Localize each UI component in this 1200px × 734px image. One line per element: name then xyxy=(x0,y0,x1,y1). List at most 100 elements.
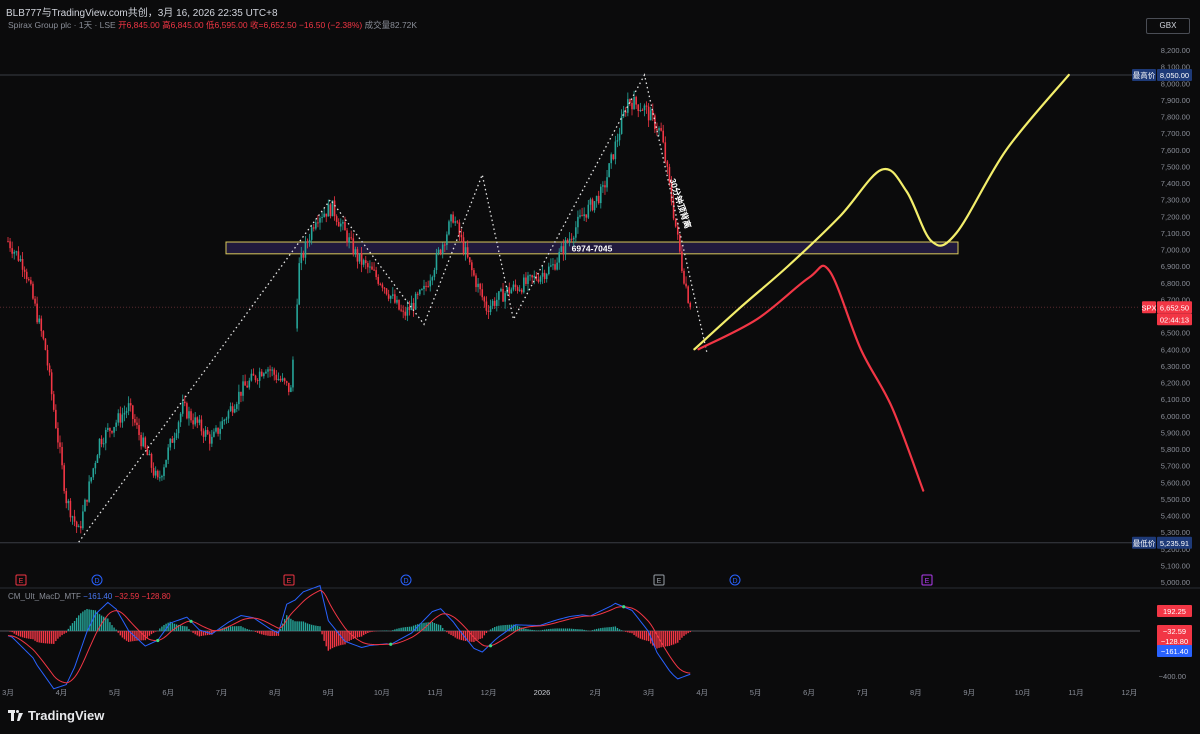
candle-body xyxy=(200,419,203,432)
candle-body xyxy=(473,270,475,276)
candle-body xyxy=(265,371,267,374)
high-value-tag-text: 8,050.00 xyxy=(1160,71,1189,80)
low-tag: 最低价 xyxy=(1132,536,1156,549)
event-marker-label: E xyxy=(925,578,930,585)
candle-body xyxy=(616,140,619,142)
candle-body xyxy=(568,238,571,242)
x-tick-label: 5月 xyxy=(109,688,121,697)
candle-body xyxy=(645,105,648,107)
candle-body xyxy=(113,426,115,433)
candle-body xyxy=(156,470,159,478)
candle-body xyxy=(468,257,471,263)
candle-body xyxy=(21,258,24,270)
candle-body xyxy=(508,287,511,294)
y-tick-label: 5,400.00 xyxy=(1161,512,1190,521)
candle-body xyxy=(362,260,365,265)
macd-value-tag-text: −161.40 xyxy=(1161,647,1188,656)
candle-body xyxy=(439,249,442,254)
candle-body xyxy=(310,227,313,240)
candle-body xyxy=(460,234,463,238)
y-tick-label: 5,100.00 xyxy=(1161,561,1190,570)
candle-body xyxy=(344,221,346,231)
candle-body xyxy=(104,429,107,444)
candle-body xyxy=(246,385,248,388)
candle-body xyxy=(516,287,519,291)
candle-body xyxy=(660,128,662,131)
macd-pane: −400.00 xyxy=(0,584,1186,690)
x-tick-label: 3月 xyxy=(643,688,655,697)
candle-body xyxy=(175,433,178,438)
tradingview-logo[interactable]: TradingView xyxy=(8,708,104,723)
candle-body xyxy=(59,442,61,447)
candle-body xyxy=(319,217,321,223)
logo-text: TradingView xyxy=(28,708,105,723)
candle-body xyxy=(19,258,22,261)
candle-body xyxy=(288,382,290,392)
candle-body xyxy=(225,418,228,420)
x-tick-label: 7月 xyxy=(857,688,869,697)
macd-value-3: −128.80 xyxy=(141,592,171,601)
candle-body xyxy=(423,285,425,290)
x-tick-label: 9月 xyxy=(963,688,975,697)
candle-body xyxy=(450,214,452,222)
candle-body xyxy=(512,284,515,290)
candle-body xyxy=(171,438,174,443)
candle-body xyxy=(82,511,84,529)
candle-body xyxy=(425,285,427,287)
candle-body xyxy=(117,413,120,423)
candle-body xyxy=(371,266,373,270)
macd-cross-dot xyxy=(488,644,493,648)
candles xyxy=(7,90,692,534)
candle-body xyxy=(597,195,600,204)
price-chart[interactable]: 8,200.008,100.008,000.007,900.007,800.00… xyxy=(0,0,1200,734)
candle-body xyxy=(385,288,388,295)
candle-body xyxy=(281,378,284,381)
candle-body xyxy=(662,130,664,143)
candle-body xyxy=(223,419,226,422)
y-tick-label: 7,500.00 xyxy=(1161,162,1190,171)
candle-body xyxy=(431,277,434,281)
candle-body xyxy=(566,239,569,242)
candle-body xyxy=(144,437,147,448)
candle-body xyxy=(17,251,20,261)
x-tick-label: 8月 xyxy=(910,688,922,697)
candle-body xyxy=(525,277,527,284)
candle-body xyxy=(177,422,180,434)
candle-body xyxy=(277,378,280,380)
candle-body xyxy=(585,214,588,218)
candle-body xyxy=(441,244,444,254)
x-tick-label: 4月 xyxy=(696,688,708,697)
y-tick-label: 6,500.00 xyxy=(1161,329,1190,338)
candle-body xyxy=(196,417,199,423)
candle-body xyxy=(38,318,40,323)
candle-body xyxy=(591,199,594,211)
y-tick-label: 7,700.00 xyxy=(1161,129,1190,138)
candle-body xyxy=(25,271,28,280)
candle-body xyxy=(238,391,240,405)
candle-body xyxy=(258,371,261,381)
candle-body xyxy=(73,516,76,522)
candle-body xyxy=(600,186,602,204)
candle-body xyxy=(219,428,221,434)
high-tag-text: 最高价 xyxy=(1133,70,1156,80)
y-tick-label: 6,400.00 xyxy=(1161,345,1190,354)
event-marker-label: E xyxy=(657,578,662,585)
macd-cross-dot xyxy=(622,605,626,609)
candle-body xyxy=(252,373,255,376)
candle-body xyxy=(683,270,685,284)
candle-body xyxy=(406,307,409,316)
candle-body xyxy=(256,380,259,382)
candle-body xyxy=(337,221,340,227)
candle-body xyxy=(550,265,552,267)
candle-body xyxy=(602,185,604,187)
candle-body xyxy=(606,177,608,188)
candle-body xyxy=(221,421,224,429)
candle-body xyxy=(456,221,459,223)
candle-body xyxy=(7,241,9,243)
candle-body xyxy=(342,221,344,224)
candle-body xyxy=(548,266,550,275)
x-tick-label: 3月 xyxy=(2,688,14,697)
candle-body xyxy=(254,375,257,381)
macd-value-tag: −161.40 xyxy=(1157,645,1192,657)
candle-body xyxy=(100,438,103,445)
